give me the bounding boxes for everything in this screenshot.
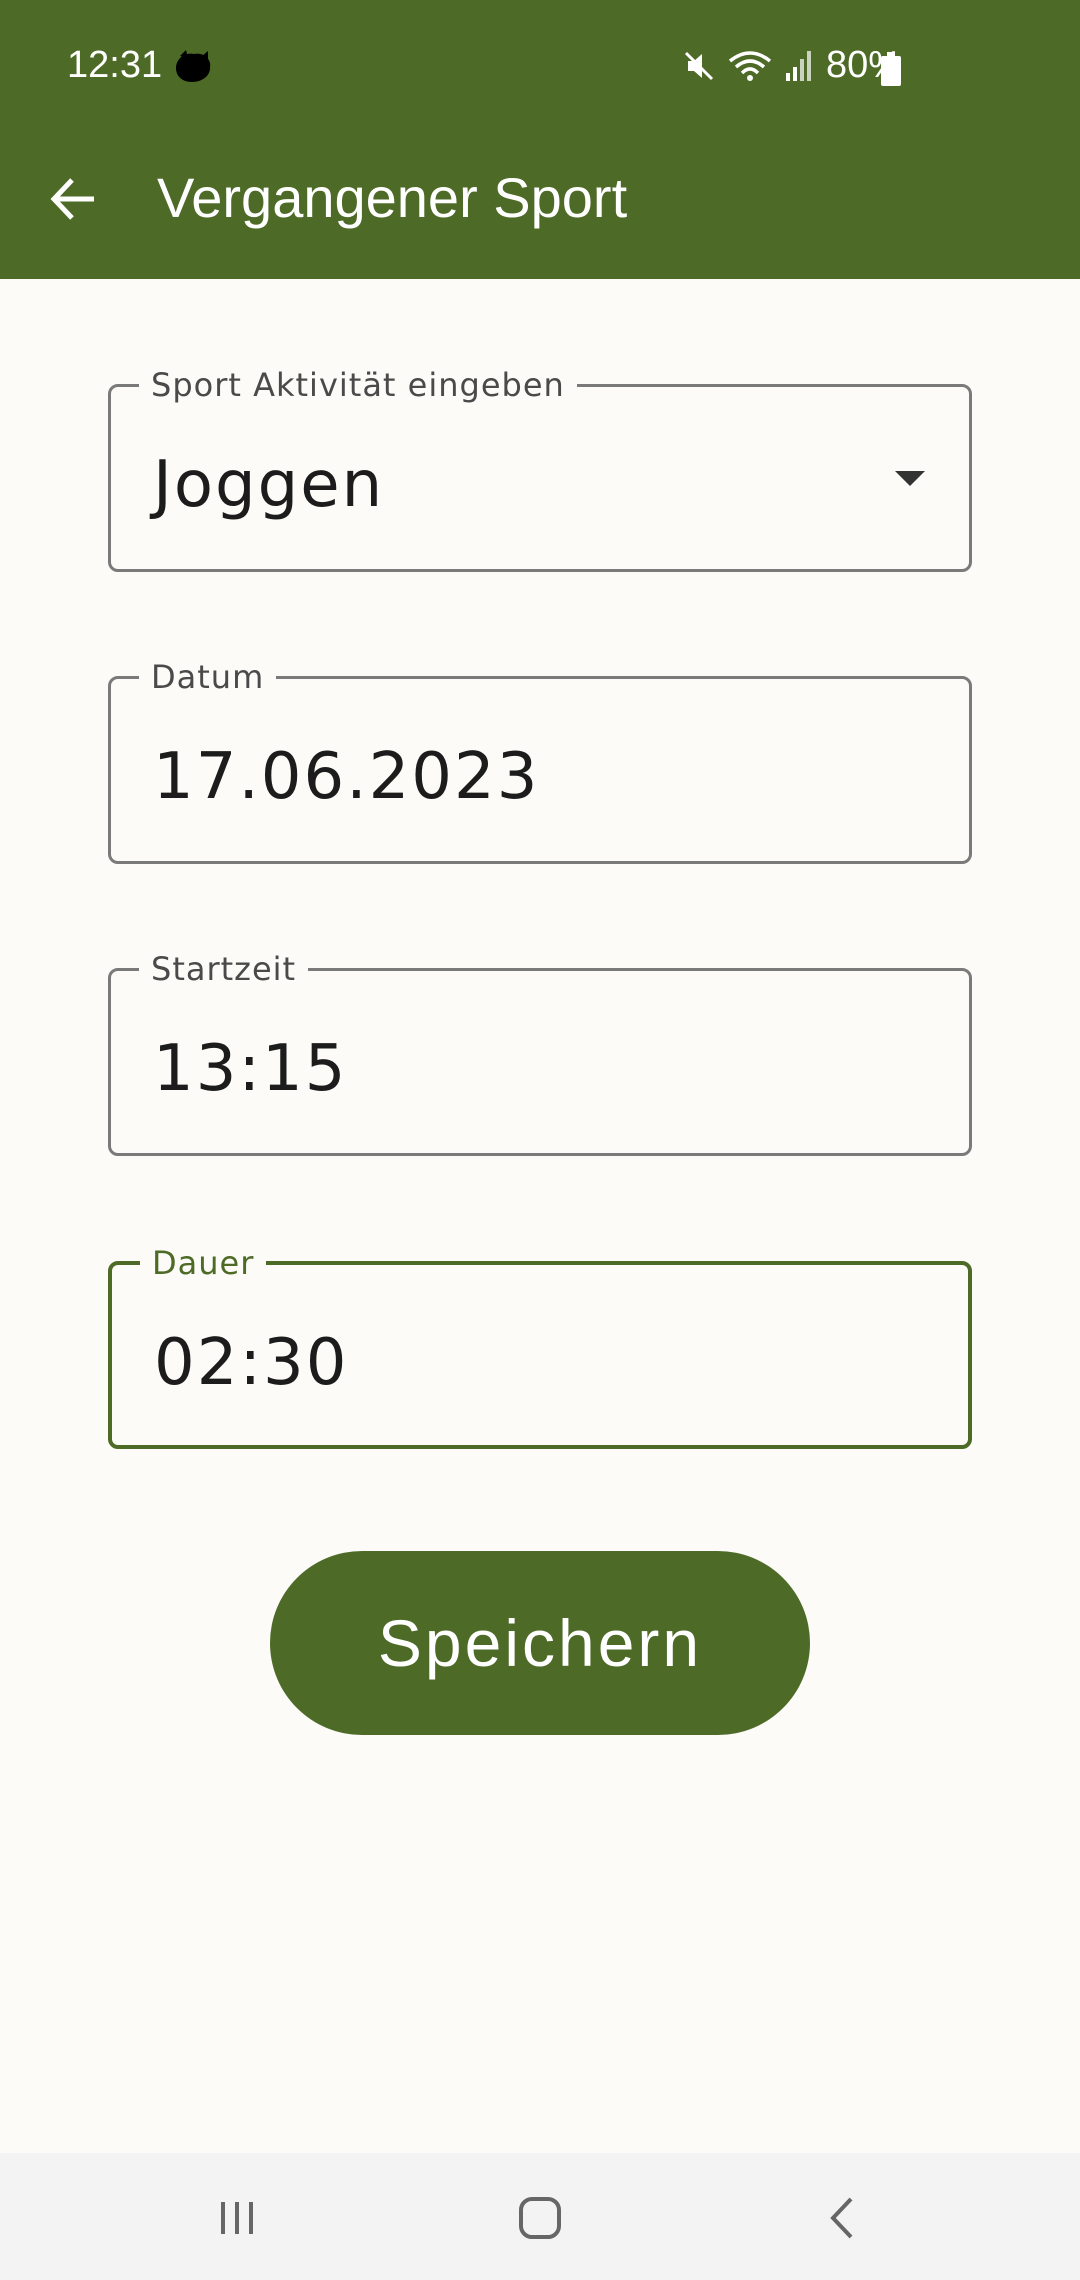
activity-dropdown[interactable]: Sport Aktivität eingeben Joggen — [108, 365, 972, 572]
app-notification-icon — [176, 50, 211, 82]
status-time: 12:31 — [67, 44, 163, 86]
arrow-left-icon — [50, 178, 94, 220]
home-button[interactable] — [505, 2183, 575, 2253]
duration-value: 02:30 — [154, 1326, 349, 1400]
system-nav-bar — [0, 2153, 1080, 2280]
chevron-left-icon — [830, 2197, 853, 2239]
duration-field[interactable]: Dauer 02:30 — [108, 1243, 972, 1449]
status-bar: 12:31 80% — [0, 0, 1080, 134]
start-time-value: 13:15 — [153, 1032, 348, 1106]
start-time-field[interactable]: Startzeit 13:15 — [108, 949, 972, 1156]
home-icon — [519, 2197, 561, 2239]
page-title: Vergangener Sport — [157, 166, 628, 229]
start-time-label: Startzeit — [139, 949, 309, 989]
mute-icon — [684, 51, 713, 80]
date-value: 17.06.2023 — [153, 740, 540, 814]
recents-icon — [221, 2202, 253, 2234]
duration-label: Dauer — [140, 1243, 267, 1283]
nav-back-button[interactable] — [808, 2183, 878, 2253]
date-field[interactable]: Datum 17.06.2023 — [108, 657, 972, 864]
back-button[interactable] — [38, 164, 108, 234]
app-bar: Vergangener Sport — [0, 134, 1080, 279]
battery-icon — [881, 52, 901, 86]
signal-icon — [785, 50, 811, 81]
recents-button[interactable] — [202, 2183, 272, 2253]
wifi-icon — [728, 50, 772, 81]
activity-value: Joggen — [153, 448, 385, 522]
status-icons: 80% — [682, 44, 902, 87]
save-button[interactable]: Speichern — [270, 1551, 810, 1735]
date-label: Datum — [139, 657, 277, 697]
activity-label: Sport Aktivität eingeben — [139, 365, 577, 405]
caret-down-icon[interactable] — [895, 471, 925, 486]
